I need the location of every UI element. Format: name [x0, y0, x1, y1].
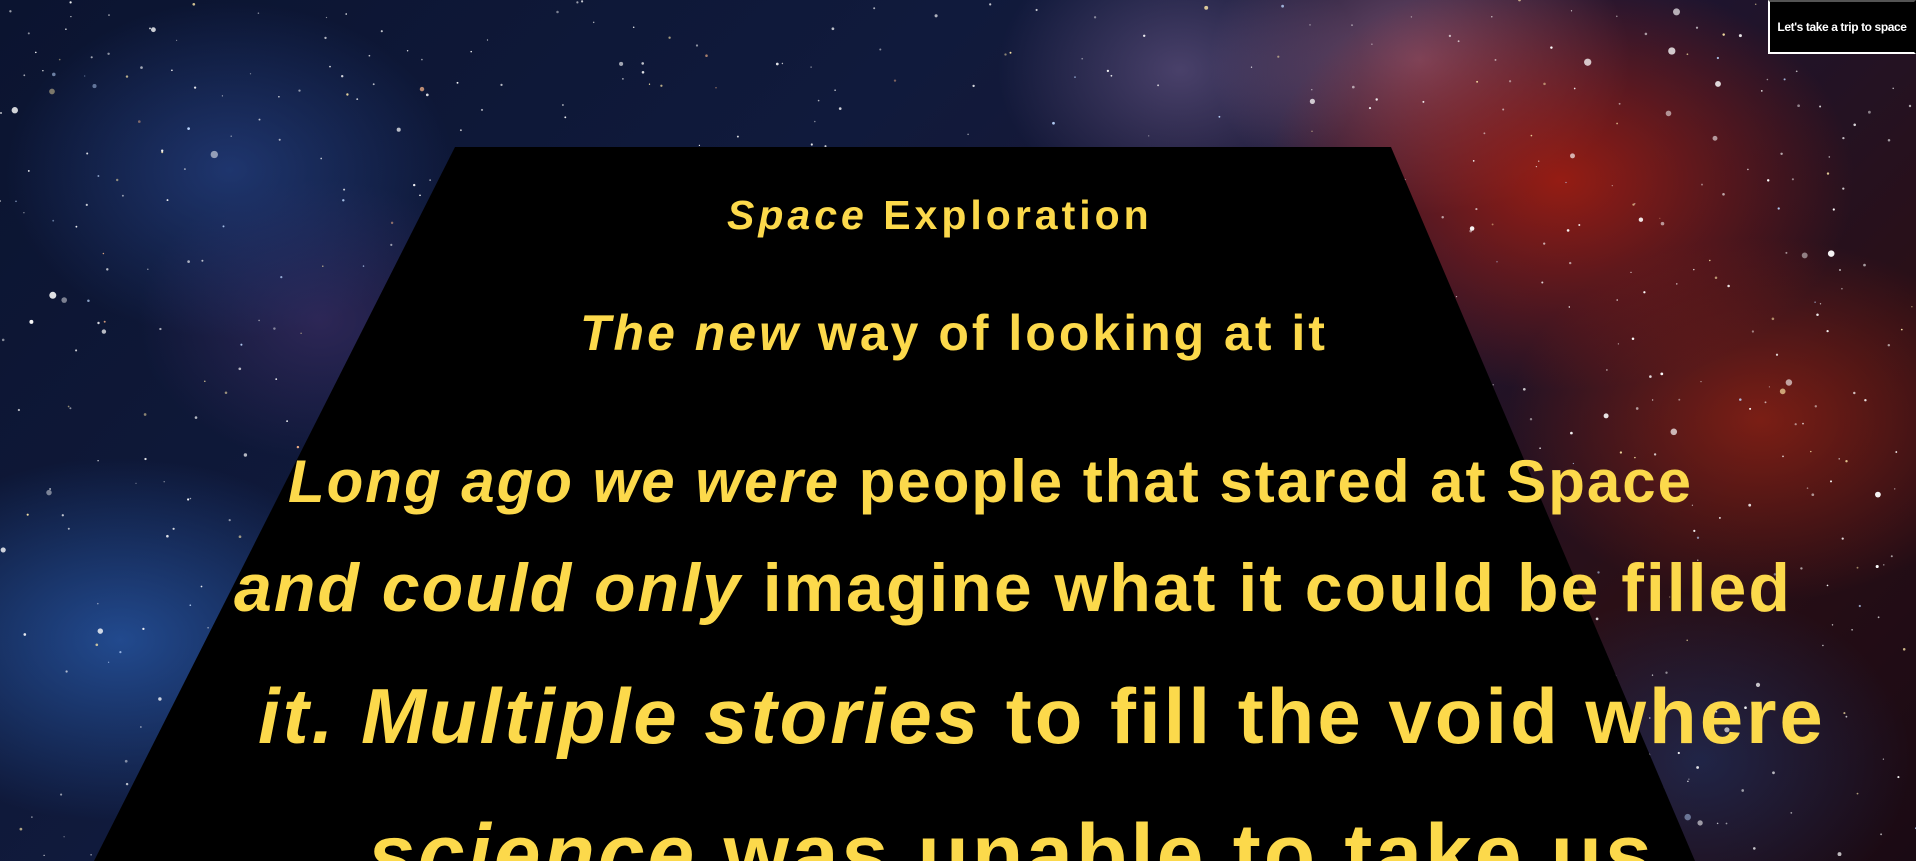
- crawl-body-line: and could only imagine what it could be …: [234, 554, 1792, 622]
- crawl-body-line: science was unable to take us: [368, 812, 1655, 861]
- crawl-body-line: Long ago we were people that stared at S…: [288, 452, 1693, 512]
- crawl-title-italic: Space: [727, 192, 868, 238]
- crawl-body-line-rest: was unable to take us: [697, 807, 1655, 861]
- crawl-subtitle-italic: The new: [580, 305, 802, 361]
- crawl-body-line-italic: science: [368, 807, 698, 861]
- crawl-title: Space Exploration: [727, 195, 1153, 236]
- crawl-subtitle: The new way of looking at it: [580, 308, 1328, 358]
- crawl-body-line-rest: imagine what it could be filled: [741, 550, 1792, 626]
- crawl-body-line-italic: Long ago we were: [288, 448, 841, 515]
- opening-crawl: Space Exploration The new way of looking…: [0, 0, 1916, 861]
- crawl-body-line-rest: people that stared at Space: [840, 448, 1693, 515]
- crawl-body-line-rest: to fill the void where: [981, 672, 1826, 760]
- trip-to-space-button[interactable]: Let's take a trip to space: [1768, 0, 1916, 54]
- crawl-body-line-italic: and could only: [234, 550, 742, 626]
- crawl-title-rest: Exploration: [867, 192, 1153, 238]
- crawl-subtitle-rest: way of looking at it: [801, 305, 1328, 361]
- crawl-body-line: it. Multiple stories to fill the void wh…: [258, 677, 1826, 755]
- crawl-body-line-italic: it. Multiple stories: [258, 672, 982, 760]
